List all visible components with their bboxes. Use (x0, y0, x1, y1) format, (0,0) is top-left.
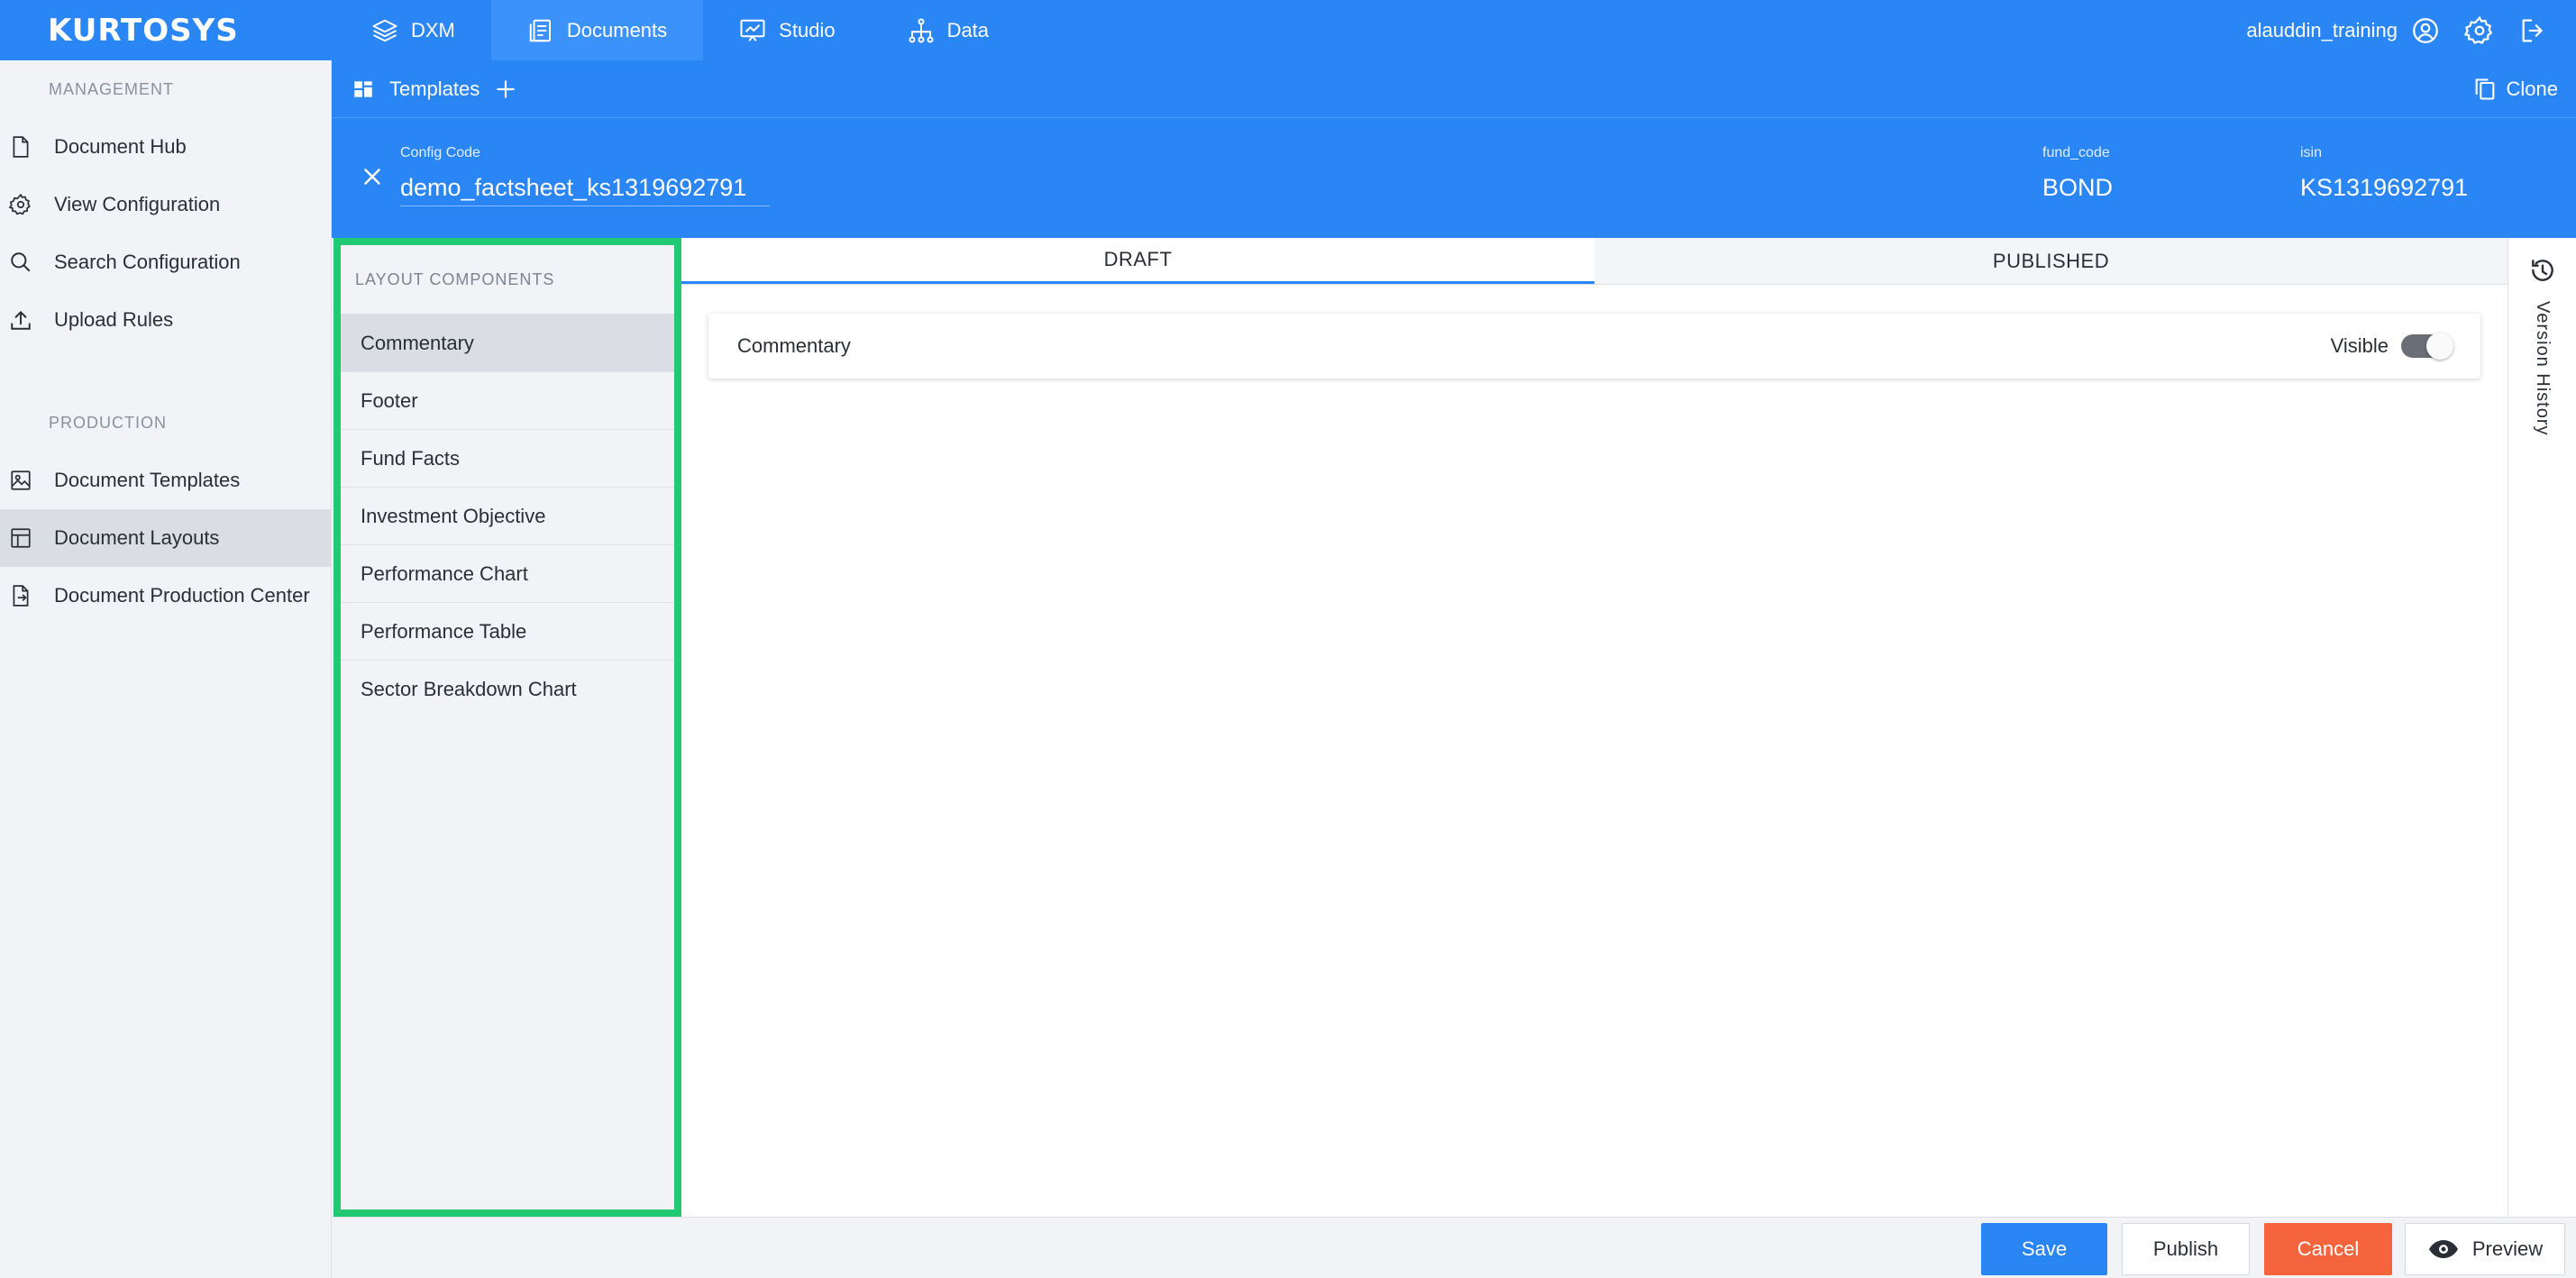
user-menu[interactable]: alauddin_training (2246, 15, 2441, 46)
hierarchy-icon (909, 18, 934, 42)
config-code-value[interactable]: demo_factsheet_ks1319692791 (400, 174, 770, 206)
nav-dxm[interactable]: DXM (335, 0, 491, 60)
sidebar-item-upload-rules[interactable]: Upload Rules (0, 291, 331, 349)
component-item-investment-objective[interactable]: Investment Objective (341, 487, 674, 544)
left-sidebar: MANAGEMENT Document Hub View Configurati… (0, 60, 332, 1278)
close-icon[interactable] (359, 163, 386, 190)
sidebar-item-document-hub[interactable]: Document Hub (0, 118, 331, 176)
sidebar-item-label: Upload Rules (54, 308, 174, 331)
clone-button[interactable]: Clone (2472, 77, 2558, 102)
sidebar-item-document-templates[interactable]: Document Templates (0, 452, 331, 509)
toggle-knob (2426, 333, 2453, 360)
config-code-field[interactable]: Config Code demo_factsheet_ks1319692791 (400, 145, 770, 206)
component-item-sector-breakdown-chart[interactable]: Sector Breakdown Chart (341, 660, 674, 717)
version-history-label: Version History (2533, 301, 2553, 436)
brand-logo[interactable]: KURTOSYS (48, 13, 239, 49)
file-icon (13, 136, 29, 158)
top-navigation-bar: KURTOSYS DXM Documents Studio Data alaud… (0, 0, 2576, 60)
sidebar-item-search-configuration[interactable]: Search Configuration (0, 233, 331, 291)
action-footer: Save Publish Cancel Preview (332, 1217, 2576, 1278)
sidebar-item-document-layouts[interactable]: Document Layouts (0, 509, 331, 567)
save-button[interactable]: Save (1981, 1223, 2107, 1275)
sidebar-item-label: Search Configuration (54, 251, 241, 273)
layout-components-panel: LAYOUT COMPONENTS Commentary Footer Fund… (333, 238, 681, 1217)
nav-studio-label: Studio (779, 18, 836, 41)
plus-icon[interactable] (494, 78, 517, 101)
nav-documents-label: Documents (566, 18, 668, 41)
logout-icon[interactable] (2518, 15, 2549, 46)
dashboard-icon (354, 80, 372, 97)
tab-draft[interactable]: DRAFT (681, 238, 1594, 284)
templates-label: Templates (389, 77, 480, 100)
preview-label: Preview (2471, 1237, 2544, 1260)
visibility-control: Visible (2330, 333, 2453, 360)
main-content: DRAFT PUBLISHED Commentary Visible (681, 238, 2507, 1217)
isin-label: isin (2300, 145, 2323, 160)
templates-subbar: Templates Clone (332, 60, 2576, 118)
sidebar-item-label: Document Hub (54, 135, 187, 158)
layout-icon (11, 528, 31, 548)
component-item-fund-facts[interactable]: Fund Facts (341, 429, 674, 487)
fund-code-field: fund_code BOND (2042, 145, 2113, 202)
sidebar-item-label: Document Layouts (54, 526, 220, 549)
cancel-button[interactable]: Cancel (2264, 1223, 2392, 1275)
preview-button[interactable]: Preview (2405, 1223, 2565, 1275)
sidebar-item-label: Document Templates (54, 469, 241, 491)
file-export-icon (13, 585, 29, 607)
presentation-icon (740, 19, 765, 41)
nav-dxm-label: DXM (411, 18, 455, 41)
component-card: Commentary Visible (708, 314, 2480, 379)
production-section-title: PRODUCTION (49, 413, 167, 432)
upload-icon (11, 310, 31, 330)
tab-published[interactable]: PUBLISHED (1594, 238, 2507, 284)
gear-icon[interactable] (2464, 15, 2495, 46)
component-item-performance-table[interactable]: Performance Table (341, 602, 674, 660)
publish-button[interactable]: Publish (2122, 1223, 2250, 1275)
config-code-label: Config Code (400, 145, 480, 160)
component-item-commentary[interactable]: Commentary (341, 314, 674, 371)
eye-icon (2428, 1240, 2458, 1258)
layout-components-title: LAYOUT COMPONENTS (355, 269, 555, 288)
isin-field: isin KS1319692791 (2300, 145, 2468, 202)
isin-value: KS1319692791 (2300, 174, 2469, 201)
sidebar-item-label: View Configuration (54, 193, 221, 215)
search-icon (11, 252, 31, 272)
sidebar-item-label: Document Production Center (54, 584, 310, 607)
sidebar-item-document-production-center[interactable]: Document Production Center (0, 567, 331, 625)
component-card-title: Commentary (737, 334, 851, 357)
visible-toggle[interactable] (2401, 333, 2453, 360)
nav-documents[interactable]: Documents (490, 0, 704, 60)
clone-label: Clone (2506, 77, 2558, 100)
status-tabs: DRAFT PUBLISHED (681, 238, 2507, 285)
nav-data[interactable]: Data (872, 0, 1025, 60)
document-icon (529, 19, 551, 41)
component-item-performance-chart[interactable]: Performance Chart (341, 544, 674, 602)
user-circle-icon (2413, 17, 2438, 43)
top-right-controls: alauddin_training (2246, 0, 2549, 60)
layers-icon (372, 19, 397, 41)
username: alauddin_training (2246, 18, 2398, 41)
templates-breadcrumb[interactable]: Templates (332, 78, 517, 101)
config-header: Config Code demo_factsheet_ks1319692791 … (332, 118, 2576, 238)
version-rail-background (2507, 580, 2576, 1217)
copy-icon (2475, 78, 2494, 100)
version-history-rail[interactable]: Version History (2507, 238, 2576, 580)
fund-code-value: BOND (2042, 174, 2114, 201)
sidebar-item-view-configuration[interactable]: View Configuration (0, 176, 331, 233)
component-item-footer[interactable]: Footer (341, 371, 674, 429)
main-nav: DXM Documents Studio Data (335, 0, 1025, 60)
visible-label: Visible (2330, 334, 2389, 357)
management-section-title: MANAGEMENT (49, 79, 175, 98)
gear-icon (9, 193, 31, 215)
nav-data-label: Data (946, 18, 990, 41)
image-icon (11, 470, 31, 490)
nav-studio[interactable]: Studio (703, 0, 871, 60)
history-icon (2532, 260, 2553, 281)
fund-code-label: fund_code (2042, 145, 2110, 160)
